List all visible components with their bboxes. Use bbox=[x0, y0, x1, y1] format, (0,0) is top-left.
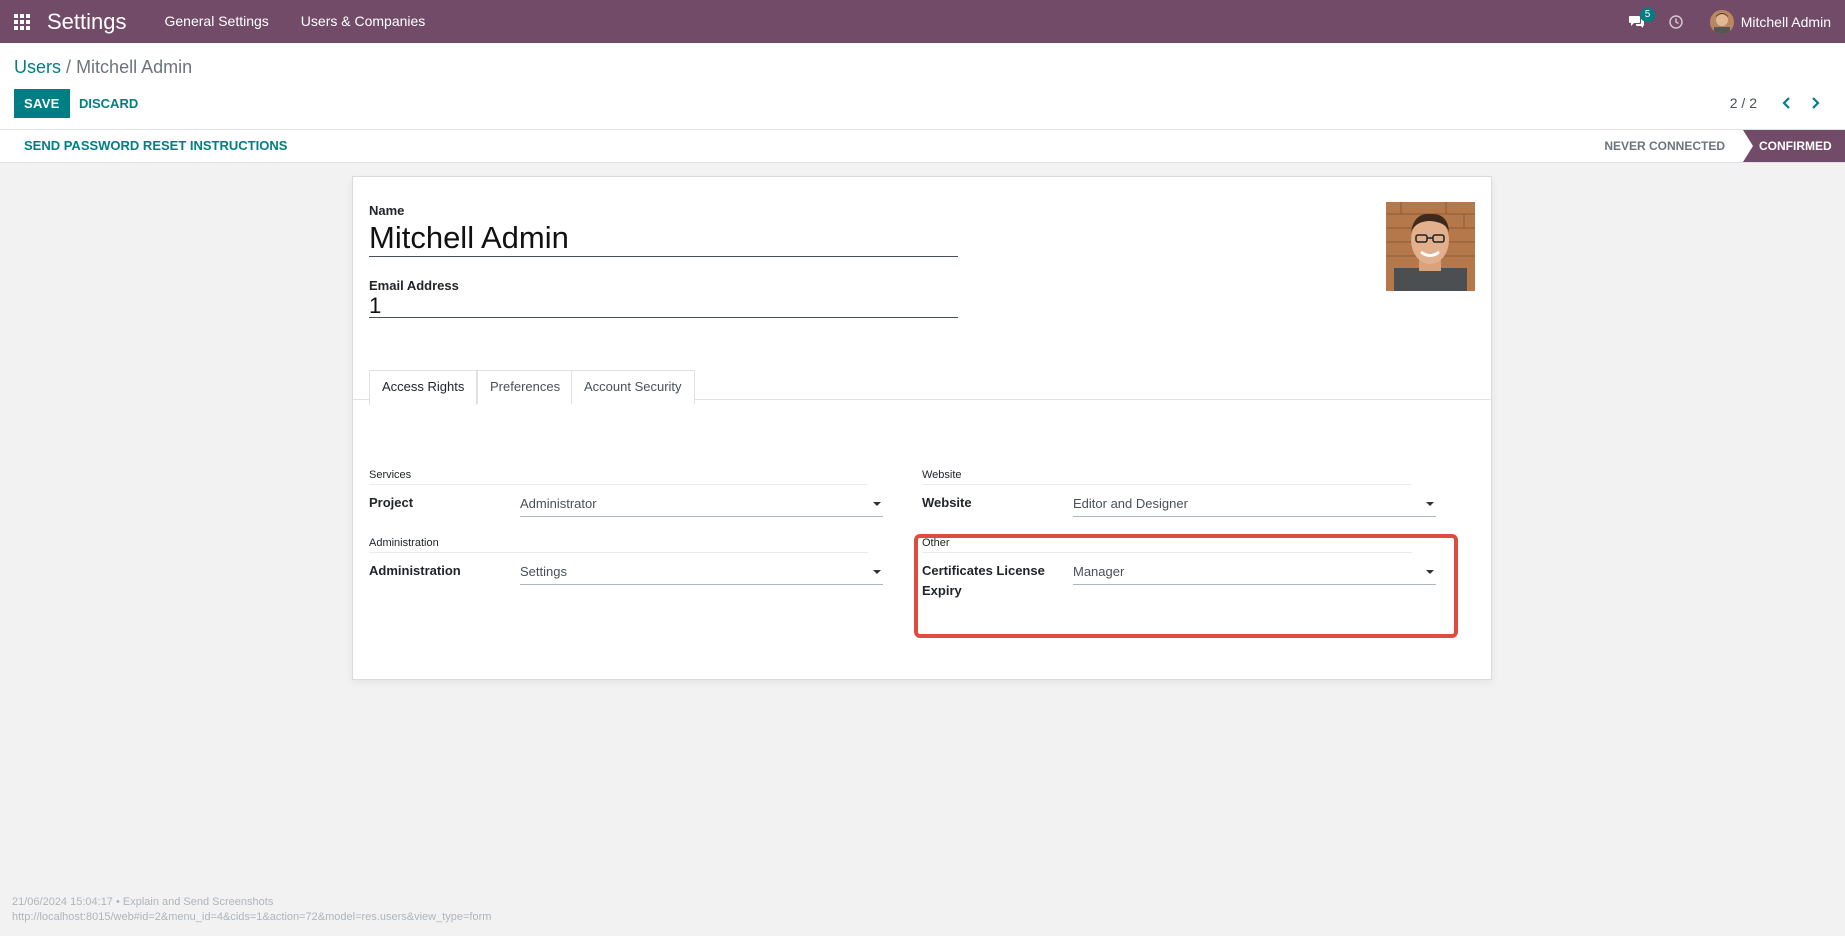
chevron-left-icon bbox=[1782, 97, 1790, 109]
breadcrumb-users-link[interactable]: Users bbox=[14, 57, 61, 77]
chat-count-badge: 5 bbox=[1639, 8, 1656, 22]
form-statusbar: SEND PASSWORD RESET INSTRUCTIONS NEVER C… bbox=[0, 130, 1845, 163]
tab-access-rights[interactable]: Access Rights bbox=[369, 370, 478, 405]
email-label: Email Address bbox=[369, 278, 459, 293]
name-field[interactable]: Mitchell Admin bbox=[369, 219, 958, 257]
administration-label: Administration bbox=[369, 563, 461, 578]
pager-next-button[interactable] bbox=[1805, 93, 1825, 113]
send-password-reset-button[interactable]: SEND PASSWORD RESET INSTRUCTIONS bbox=[14, 130, 297, 162]
pager-previous-button[interactable] bbox=[1777, 93, 1797, 113]
activities-button[interactable] bbox=[1664, 0, 1688, 43]
group-website-title: Website bbox=[922, 469, 1412, 485]
highlight-annotation bbox=[914, 534, 1458, 638]
chevron-right-icon bbox=[1812, 97, 1820, 109]
website-select-value: Editor and Designer bbox=[1073, 496, 1188, 511]
app-name[interactable]: Settings bbox=[47, 9, 127, 35]
footer-url: http://localhost:8015/web#id=2&menu_id=4… bbox=[12, 911, 492, 923]
footer-timestamp: 21/06/2024 15:04:17 • Explain and Send S… bbox=[12, 896, 274, 908]
discard-button[interactable]: DISCARD bbox=[70, 89, 147, 118]
website-select[interactable]: Editor and Designer bbox=[1073, 493, 1436, 517]
project-select-value: Administrator bbox=[520, 496, 597, 511]
stage-confirmed[interactable]: CONFIRMED bbox=[1743, 130, 1845, 162]
user-photo[interactable] bbox=[1386, 202, 1475, 291]
user-menu[interactable]: Mitchell Admin bbox=[1709, 9, 1831, 34]
apps-menu-icon[interactable] bbox=[0, 0, 44, 43]
menu-users-companies[interactable]: Users & Companies bbox=[285, 0, 442, 43]
group-administration-title: Administration bbox=[369, 537, 868, 553]
clock-icon bbox=[1668, 14, 1683, 29]
stage-never-connected[interactable]: NEVER CONNECTED bbox=[1594, 130, 1735, 162]
caret-down-icon bbox=[873, 570, 881, 574]
tab-account-security[interactable]: Account Security bbox=[571, 370, 695, 404]
name-label: Name bbox=[369, 203, 405, 218]
group-services-title: Services bbox=[369, 469, 868, 485]
breadcrumb-current: Mitchell Admin bbox=[76, 57, 193, 77]
notebook-tabs: Access Rights Preferences Account Securi… bbox=[353, 370, 1491, 405]
caret-down-icon bbox=[1426, 502, 1434, 506]
tab-preferences[interactable]: Preferences bbox=[477, 370, 574, 404]
website-label: Website bbox=[922, 495, 972, 510]
menu-general-settings[interactable]: General Settings bbox=[149, 0, 285, 43]
administration-select[interactable]: Settings bbox=[520, 561, 883, 585]
avatar bbox=[1709, 9, 1734, 34]
breadcrumb-separator: / bbox=[66, 57, 72, 77]
project-select[interactable]: Administrator bbox=[520, 493, 883, 517]
breadcrumb: Users / Mitchell Admin bbox=[14, 57, 192, 78]
save-button[interactable]: SAVE bbox=[14, 89, 70, 118]
project-label: Project bbox=[369, 495, 414, 510]
messaging-button[interactable]: 5 bbox=[1624, 0, 1656, 43]
pager-value[interactable]: 2 / 2 bbox=[1730, 95, 1757, 111]
control-panel: Users / Mitchell Admin SAVE DISCARD 2 / … bbox=[0, 43, 1845, 130]
caret-down-icon bbox=[873, 502, 881, 506]
user-name: Mitchell Admin bbox=[1740, 13, 1831, 30]
administration-select-value: Settings bbox=[520, 564, 567, 579]
email-field[interactable]: 1 bbox=[369, 293, 958, 318]
top-navbar: Settings General Settings Users & Compan… bbox=[0, 0, 1845, 43]
